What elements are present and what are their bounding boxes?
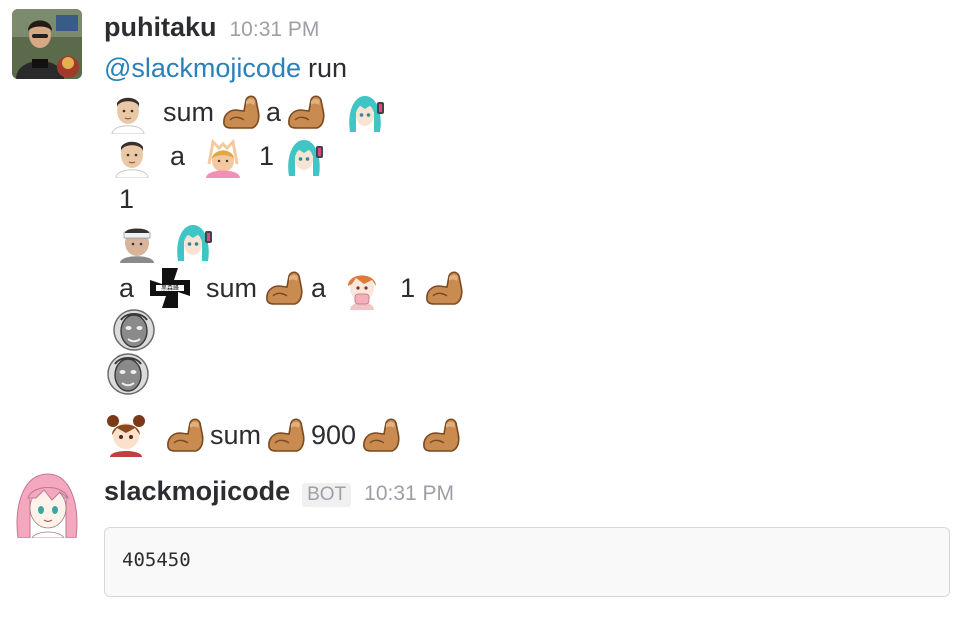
message-line-3: 1 [119,176,134,222]
message-line-1: sum a [106,89,387,135]
stone-mask-icon [112,308,156,352]
timestamp[interactable]: 10:31 PM [230,18,320,42]
flexed-biceps-icon [420,413,464,457]
code-token: sum [206,272,258,303]
message-line-4 [115,218,215,264]
message-header: puhitaku 10:31 PM [104,12,319,43]
code-token: sum [163,96,215,127]
brown-hair-girl-icon [104,413,148,457]
code-output: 405450 [122,549,191,571]
message-line-5: a sum a 1 [119,265,467,311]
code-token: 1 [119,183,135,214]
flexed-biceps-icon [265,413,309,457]
bot-badge: BOT [302,483,352,507]
man-face-icon [110,134,154,178]
code-token: 1 [400,272,416,303]
message-line-8: sum 900 [104,412,464,458]
message-line-2: a 1 [110,133,326,179]
mention-link[interactable]: @slackmojicode [104,53,301,84]
teal-hair-girl-icon [282,134,326,178]
teal-hair-girl-icon [171,219,215,263]
code-token: 900 [311,419,357,450]
flexed-biceps-icon [285,90,329,134]
headband-man-icon [115,219,159,263]
message-header: slackmojicode BOT 10:31 PM [104,476,454,507]
black-cross-icon [148,266,193,310]
code-token: a [266,96,282,127]
code-token: a [119,272,135,303]
flexed-biceps-icon [220,90,264,134]
username[interactable]: slackmojicode [104,476,290,507]
teal-hair-girl-icon [343,90,387,134]
man-face-icon [106,90,150,134]
person-gesturing-ok-icon [201,134,245,178]
message-line-command: @slackmojicode run [104,45,347,91]
flexed-biceps-icon [263,266,307,310]
flexed-biceps-icon [423,266,467,310]
command-text: run [307,52,348,83]
code-token: 1 [259,140,275,171]
flexed-biceps-icon [164,413,208,457]
stone-mask-icon [106,352,150,396]
anime-girl-icon [340,266,384,310]
code-token: sum [210,419,262,450]
flexed-biceps-icon [360,413,404,457]
code-token: a [170,140,186,171]
timestamp[interactable]: 10:31 PM [364,482,454,506]
code-token: a [311,272,327,303]
code-block: 405450 [104,527,950,597]
username[interactable]: puhitaku [104,12,217,43]
message-line-6 [112,307,156,353]
message-line-7 [106,351,150,397]
photo-avatar-icon[interactable] [12,9,82,79]
pink-hair-anime-avatar-icon[interactable] [12,468,82,538]
